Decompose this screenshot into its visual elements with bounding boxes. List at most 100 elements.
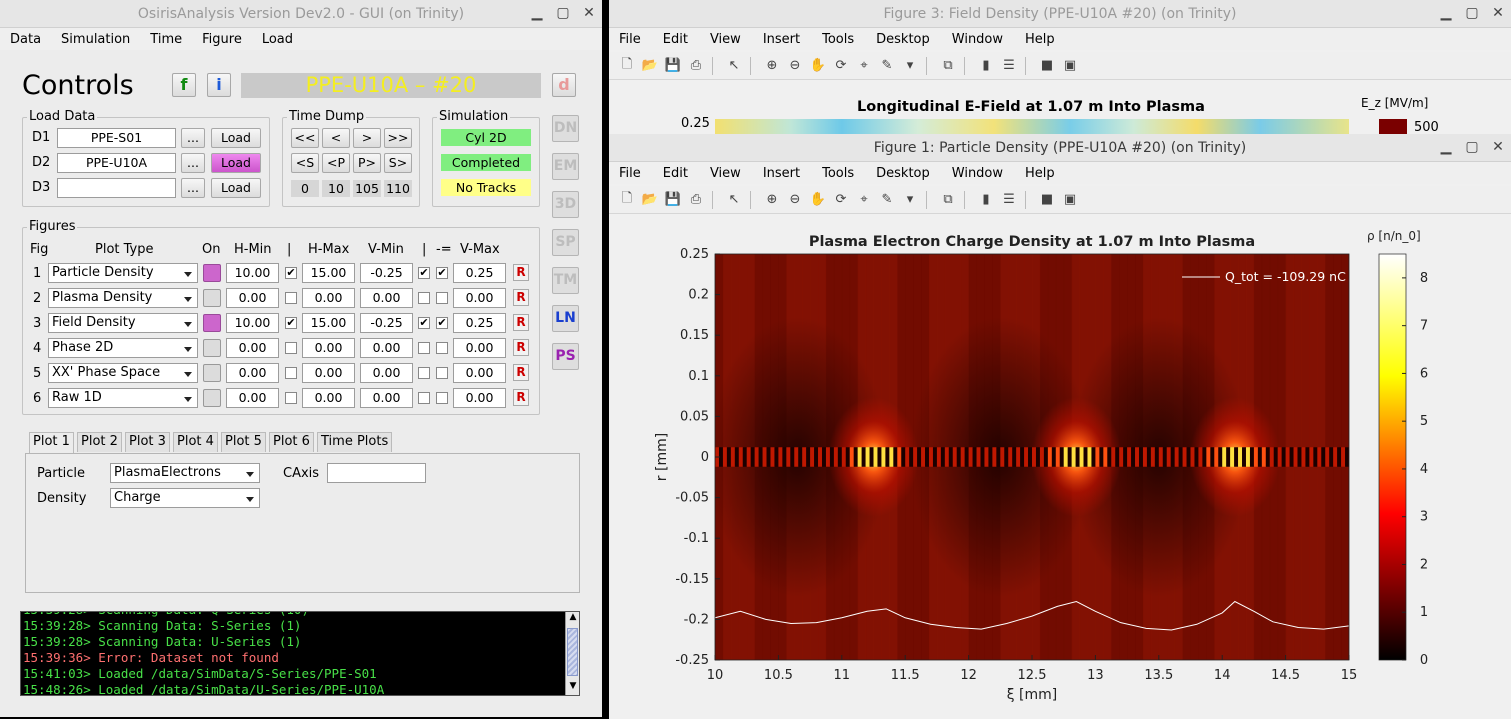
pointer-icon[interactable]: ↖ [724,190,744,210]
fig1-menu-file[interactable]: File [619,166,641,181]
hide-tools-icon[interactable]: ■ [1037,190,1057,210]
v-max-field[interactable]: 0.25 [453,263,506,283]
maximize-icon[interactable]: ▢ [1465,5,1479,21]
fig3-menu-file[interactable]: File [619,32,641,47]
h-lock-checkbox[interactable] [285,342,297,354]
v-symmetric-checkbox[interactable] [436,292,448,304]
i-button[interactable]: i [207,73,231,97]
ln-button[interactable]: LN [552,305,579,332]
h-min-field[interactable]: 0.00 [226,338,279,358]
reset-button[interactable]: R [513,364,529,381]
zoom-out-icon[interactable]: ⊖ [785,56,805,76]
zoom-in-icon[interactable]: ⊕ [762,56,782,76]
v-lock-checkbox[interactable] [418,392,430,404]
next-dump-button[interactable]: > [353,128,381,148]
h-min-field[interactable]: 10.00 [226,313,279,333]
fig1-menu-insert[interactable]: Insert [763,166,800,181]
minimize-icon[interactable]: ▁ [1439,139,1453,155]
print-icon[interactable]: ⎙ [686,56,706,76]
open-icon[interactable]: 📂 [640,56,660,76]
dock-icon[interactable]: ▣ [1060,56,1080,76]
reset-button[interactable]: R [513,314,529,331]
fig1-menu-edit[interactable]: Edit [663,166,688,181]
f-button[interactable]: f [172,73,196,97]
d1-load-button[interactable]: Load [211,128,261,148]
v-min-field[interactable]: 0.00 [360,338,413,358]
plot-type-select[interactable]: Plasma Density [48,288,198,308]
h-max-field[interactable]: 0.00 [302,363,355,383]
v-min-field[interactable]: -0.25 [360,263,413,283]
close-icon[interactable]: ✕ [1491,139,1505,155]
fig3-menu-tools[interactable]: Tools [822,32,854,47]
h-lock-checkbox[interactable] [285,392,297,404]
d3-field[interactable] [57,178,176,198]
close-icon[interactable]: ✕ [582,5,596,21]
d3-load-button[interactable]: Load [211,178,261,198]
ps-button[interactable]: PS [552,343,579,370]
v-max-field[interactable]: 0.00 [453,363,506,383]
v-lock-checkbox[interactable] [418,292,430,304]
prev-s-button[interactable]: <S [291,153,319,173]
v-max-field[interactable]: 0.25 [453,313,506,333]
figure-on-toggle[interactable] [203,364,221,382]
last-dump-button[interactable]: >> [384,128,412,148]
open-icon[interactable]: 📂 [640,190,660,210]
h-max-field[interactable]: 15.00 [302,313,355,333]
v-max-field[interactable]: 0.00 [453,338,506,358]
next-p-button[interactable]: P> [353,153,381,173]
h-max-field[interactable]: 0.00 [302,288,355,308]
dn-button[interactable]: DN [552,115,579,142]
scroll-down-icon[interactable]: ▼ [567,681,579,695]
fig1-menu-window[interactable]: Window [952,166,1003,181]
d2-field[interactable]: PPE-U10A [57,153,176,173]
h-max-field[interactable]: 0.00 [302,388,355,408]
d1-field[interactable]: PPE-S01 [57,128,176,148]
v-lock-checkbox[interactable] [418,342,430,354]
tab-time-plots[interactable]: Time Plots [317,432,393,452]
pan-icon[interactable]: ✋ [808,56,828,76]
reset-button[interactable]: R [513,264,529,281]
d-button[interactable]: d [552,73,576,97]
h-max-field[interactable]: 15.00 [302,263,355,283]
h-max-field[interactable]: 0.00 [302,338,355,358]
em-button[interactable]: EM [552,153,579,180]
maximize-icon[interactable]: ▢ [556,5,570,21]
close-icon[interactable]: ✕ [1491,5,1505,21]
data-cursor-icon[interactable]: ⌖ [854,190,874,210]
menu-figure[interactable]: Figure [202,32,242,47]
reset-button[interactable]: R [513,339,529,356]
tab-plot-2[interactable]: Plot 2 [77,432,122,452]
h-min-field[interactable]: 0.00 [226,288,279,308]
h-min-field[interactable]: 10.00 [226,263,279,283]
particle-select[interactable]: PlasmaElectrons [110,463,260,483]
v-max-field[interactable]: 0.00 [453,288,506,308]
density-select[interactable]: Charge [110,488,260,508]
v-symmetric-checkbox[interactable]: ✔ [436,317,448,329]
gui-titlebar[interactable]: OsirisAnalysis Version Dev2.0 - GUI (on … [0,0,602,28]
v-max-field[interactable]: 0.00 [453,388,506,408]
v-lock-checkbox[interactable] [418,367,430,379]
log-console[interactable]: 15:39:28> Scanning Data: Q-Series (10)15… [20,611,580,696]
save-icon[interactable]: 💾 [663,190,683,210]
print-icon[interactable]: ⎙ [686,190,706,210]
minimize-icon[interactable]: ▁ [530,5,544,21]
tab-plot-3[interactable]: Plot 3 [125,432,170,452]
d1-browse-button[interactable]: ... [181,128,205,148]
figure-on-toggle[interactable] [203,264,221,282]
log-scrollbar[interactable]: ▲ ▼ [565,612,579,695]
h-lock-checkbox[interactable]: ✔ [285,267,297,279]
tab-plot-6[interactable]: Plot 6 [269,432,314,452]
legend-icon[interactable]: ☰ [999,190,1019,210]
dropdown-icon[interactable]: ▾ [900,190,920,210]
v-symmetric-checkbox[interactable] [436,367,448,379]
menu-data[interactable]: Data [10,32,41,47]
fig1-menu-desktop[interactable]: Desktop [876,166,930,181]
h-lock-checkbox[interactable] [285,367,297,379]
figure-on-toggle[interactable] [203,389,221,407]
h-lock-checkbox[interactable]: ✔ [285,317,297,329]
h-lock-checkbox[interactable] [285,292,297,304]
tm-button[interactable]: TM [552,267,579,294]
zoom-in-icon[interactable]: ⊕ [762,190,782,210]
colorbar-icon[interactable]: ▮ [976,190,996,210]
d2-load-button[interactable]: Load [211,153,261,173]
